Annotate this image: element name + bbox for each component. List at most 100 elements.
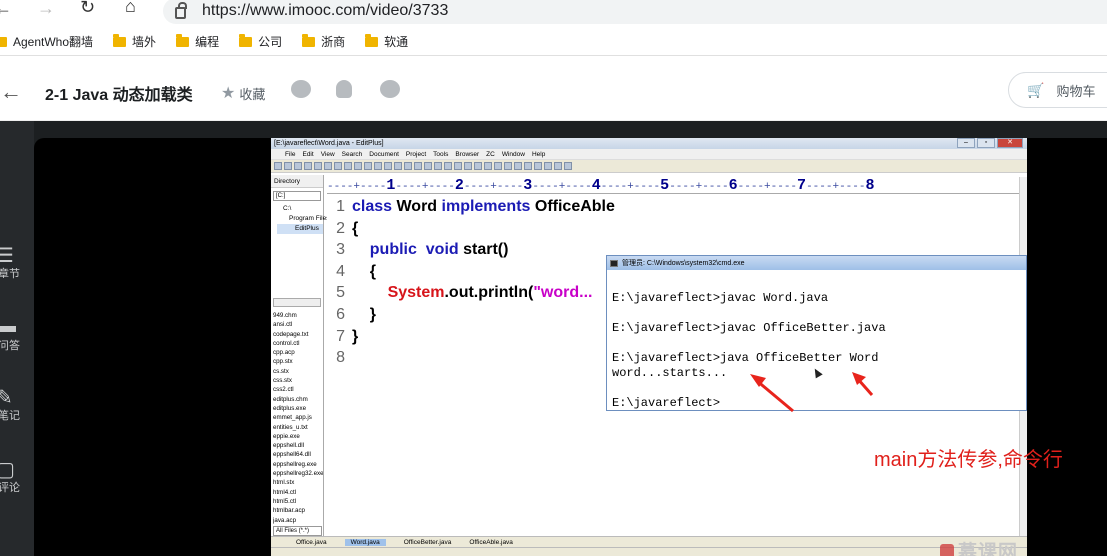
back-icon[interactable]: ←: [0, 0, 12, 19]
cart-button[interactable]: 🛒 购物车: [1008, 72, 1107, 108]
file-item[interactable]: html4.ctl: [273, 488, 323, 497]
toolbar-icon[interactable]: [414, 162, 422, 170]
bookmark-item[interactable]: 公司: [239, 33, 282, 50]
toolbar-icon[interactable]: [384, 162, 392, 170]
file-item[interactable]: css2.ctl: [273, 385, 323, 394]
address-bar[interactable]: https://www.imooc.com/video/3733: [163, 0, 1107, 24]
forward-icon[interactable]: →: [37, 0, 55, 19]
toolbar-icon[interactable]: [324, 162, 332, 170]
file-item[interactable]: emmet_app.js: [273, 413, 323, 422]
home-icon[interactable]: ⌂: [125, 0, 136, 17]
file-item[interactable]: eppshell.dll: [273, 441, 323, 450]
tree-scrollbar[interactable]: [273, 298, 321, 307]
toolbar-icon[interactable]: [304, 162, 312, 170]
file-item[interactable]: editplus.exe: [273, 404, 323, 413]
file-item[interactable]: java.acp: [273, 516, 323, 525]
menu-edit[interactable]: Edit: [302, 151, 313, 158]
toolbar-icon[interactable]: [444, 162, 452, 170]
favorite-button[interactable]: ★ 收藏: [221, 83, 265, 103]
file-item[interactable]: eppshellreg32.exe: [273, 469, 323, 478]
minimize-button[interactable]: –: [957, 138, 975, 148]
toolbar-icon[interactable]: [294, 162, 302, 170]
file-item[interactable]: editplus.chm: [273, 395, 323, 404]
toolbar-icon[interactable]: [514, 162, 522, 170]
toolbar-icon[interactable]: [334, 162, 342, 170]
toolbar-icon[interactable]: [554, 162, 562, 170]
file-item[interactable]: htmlbar.acp: [273, 506, 323, 515]
toolbar-icon[interactable]: [484, 162, 492, 170]
toolbar-icon[interactable]: [544, 162, 552, 170]
menu-view[interactable]: View: [321, 151, 335, 158]
directory-tab[interactable]: Directory: [271, 175, 323, 188]
maximize-button[interactable]: ▫: [977, 138, 995, 148]
file-item[interactable]: eppshellreg.exe: [273, 460, 323, 469]
back-arrow-icon[interactable]: ←: [0, 79, 22, 105]
drive-select[interactable]: [C:]: [273, 191, 321, 201]
toolbar-icon[interactable]: [354, 162, 362, 170]
file-item[interactable]: eppie.exe: [273, 432, 323, 441]
toolbar-icon[interactable]: [564, 162, 572, 170]
file-item[interactable]: ansi.ctl: [273, 320, 323, 329]
file-item[interactable]: 949.chm: [273, 311, 323, 320]
toolbar-icon[interactable]: [424, 162, 432, 170]
menu-search[interactable]: Search: [342, 151, 363, 158]
doc-tab[interactable]: OfficeBetter.java: [404, 539, 452, 546]
bookmark-item[interactable]: AgentWho翻墙: [0, 33, 93, 50]
toolbar-icon[interactable]: [534, 162, 542, 170]
file-item[interactable]: codepage.txt: [273, 330, 323, 339]
cmd-output[interactable]: E:\javareflect>javac Word.java E:\javare…: [607, 270, 1026, 410]
file-item[interactable]: cpp.acp: [273, 348, 323, 357]
menu-file[interactable]: File: [285, 151, 295, 158]
file-item[interactable]: html5.ctl: [273, 497, 323, 506]
toolbar-icon[interactable]: [474, 162, 482, 170]
file-filter-select[interactable]: All Files (*.*): [273, 526, 322, 536]
menu-window[interactable]: Window: [502, 151, 525, 158]
close-button[interactable]: ✕: [997, 138, 1023, 148]
file-item[interactable]: cpp.stx: [273, 357, 323, 366]
toolbar-icon[interactable]: [504, 162, 512, 170]
doc-tab[interactable]: OfficeAble.java: [469, 539, 513, 546]
toolbar-icon[interactable]: [524, 162, 532, 170]
qq-icon[interactable]: [336, 80, 352, 98]
menu-project[interactable]: Project: [406, 151, 426, 158]
file-item[interactable]: html.stx: [273, 478, 323, 487]
toolbar-icon[interactable]: [344, 162, 352, 170]
bookmark-item[interactable]: 墙外: [113, 33, 156, 50]
rail-item-comments[interactable]: ▢ 评论: [0, 457, 34, 495]
menu-help[interactable]: Help: [532, 151, 545, 158]
reload-icon[interactable]: ↻: [80, 0, 95, 18]
tree-item[interactable]: EditPlus: [277, 224, 323, 234]
file-item[interactable]: cs.stx: [273, 367, 323, 376]
toolbar-icon[interactable]: [454, 162, 462, 170]
rail-item-qa[interactable]: ▬ 问答: [0, 315, 34, 353]
bookmark-item[interactable]: 编程: [176, 33, 219, 50]
menu-browser[interactable]: Browser: [455, 151, 479, 158]
bookmark-item[interactable]: 软通: [365, 33, 408, 50]
url-text[interactable]: https://www.imooc.com/video/3733: [202, 2, 448, 20]
rail-item-notes[interactable]: ✎ 笔记: [0, 385, 34, 423]
file-item[interactable]: css.stx: [273, 376, 323, 385]
bookmark-item[interactable]: 浙商: [302, 33, 345, 50]
toolbar-icon[interactable]: [464, 162, 472, 170]
toolbar-icon[interactable]: [374, 162, 382, 170]
doc-tab[interactable]: Office.java: [296, 539, 327, 546]
toolbar-icon[interactable]: [284, 162, 292, 170]
file-item[interactable]: control.ctl: [273, 339, 323, 348]
weibo-icon[interactable]: [380, 80, 400, 98]
toolbar-icon[interactable]: [274, 162, 282, 170]
tree-item[interactable]: C:\: [277, 204, 323, 214]
file-item[interactable]: entities_u.txt: [273, 423, 323, 432]
menu-document[interactable]: Document: [369, 151, 399, 158]
toolbar-icon[interactable]: [364, 162, 372, 170]
toolbar-icon[interactable]: [394, 162, 402, 170]
toolbar-icon[interactable]: [314, 162, 322, 170]
doc-tab-active[interactable]: Word.java: [344, 538, 386, 546]
menu-tools[interactable]: Tools: [433, 151, 448, 158]
tree-item[interactable]: Program Files: [277, 214, 329, 224]
toolbar-icon[interactable]: [434, 162, 442, 170]
wechat-icon[interactable]: [291, 80, 311, 98]
toolbar-icon[interactable]: [404, 162, 412, 170]
menu-zc[interactable]: ZC: [486, 151, 495, 158]
file-item[interactable]: eppshell64.dll: [273, 450, 323, 459]
toolbar-icon[interactable]: [494, 162, 502, 170]
